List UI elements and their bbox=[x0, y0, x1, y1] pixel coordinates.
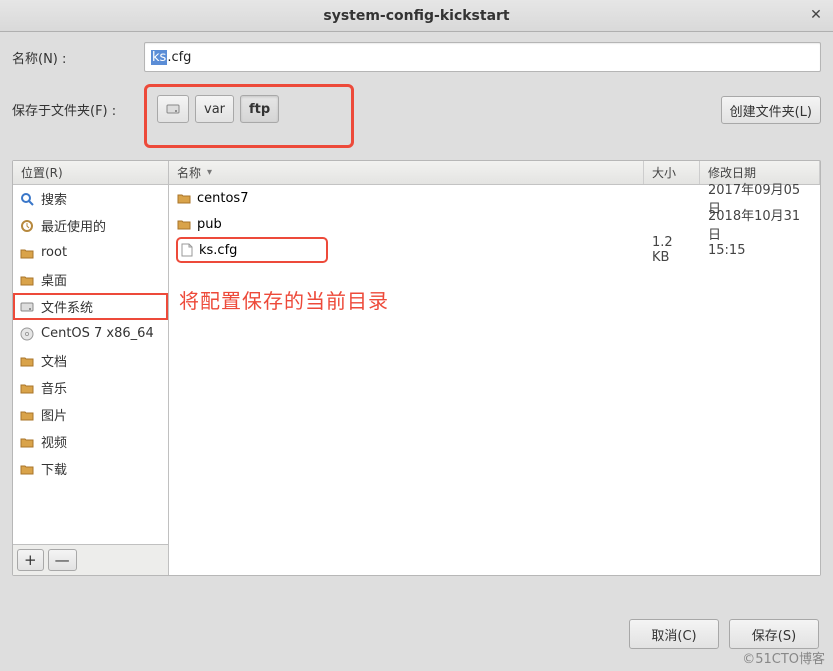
path-segment-ftp[interactable]: ftp bbox=[240, 95, 279, 123]
file-name: pub bbox=[197, 217, 222, 232]
places-item-videos[interactable]: 视频 bbox=[13, 428, 168, 455]
dialog-body: 名称(N) : ks.cfg 保存于文件夹(F) : var ftp 创建文件夹… bbox=[0, 32, 833, 586]
places-item-recent[interactable]: 最近使用的 bbox=[13, 212, 168, 239]
folder-row: 保存于文件夹(F) : var ftp 创建文件夹(L) bbox=[12, 84, 821, 148]
folder-icon bbox=[177, 217, 191, 231]
file-size: 1.2 KB bbox=[644, 235, 700, 265]
filename-rest: .cfg bbox=[167, 50, 191, 65]
folder-icon bbox=[19, 461, 35, 477]
places-item-label: 视频 bbox=[41, 432, 67, 451]
cd-icon bbox=[19, 326, 35, 342]
places-item-documents[interactable]: 文档 bbox=[13, 347, 168, 374]
file-date: 15:15 bbox=[700, 243, 820, 258]
disk-icon bbox=[166, 102, 180, 116]
folder-icon bbox=[19, 434, 35, 450]
folder-icon bbox=[19, 353, 35, 369]
places-item-label: 桌面 bbox=[41, 270, 67, 289]
folder-label: 保存于文件夹(F) : bbox=[12, 84, 144, 119]
places-list: 搜索 最近使用的 root 桌面 文件系统 bbox=[13, 185, 168, 544]
disk-icon bbox=[19, 299, 35, 315]
places-item-filesystem[interactable]: 文件系统 bbox=[13, 293, 168, 320]
places-header[interactable]: 位置(R) bbox=[13, 161, 168, 185]
places-item-label: 搜索 bbox=[41, 189, 67, 208]
folder-icon bbox=[19, 407, 35, 423]
places-footer: + — bbox=[13, 544, 168, 575]
column-header-size[interactable]: 大小 bbox=[644, 161, 700, 184]
file-chooser: 位置(R) 搜索 最近使用的 root 桌面 bbox=[12, 160, 821, 576]
filename-label: 名称(N) : bbox=[12, 48, 144, 67]
file-date: 2018年10月31日 bbox=[700, 205, 820, 243]
recent-icon bbox=[19, 218, 35, 234]
path-highlight-box: var ftp bbox=[144, 84, 354, 148]
file-name: ks.cfg bbox=[199, 243, 237, 258]
window-title: system-config-kickstart bbox=[323, 8, 509, 24]
file-row-folder[interactable]: pub 2018年10月31日 bbox=[169, 211, 820, 237]
create-folder-button[interactable]: 创建文件夹(L) bbox=[721, 96, 821, 124]
places-item-search[interactable]: 搜索 bbox=[13, 185, 168, 212]
folder-icon bbox=[177, 191, 191, 205]
search-icon bbox=[19, 191, 35, 207]
places-item-label: 文档 bbox=[41, 351, 67, 370]
cancel-button[interactable]: 取消(C) bbox=[629, 619, 719, 649]
places-item-root[interactable]: root bbox=[13, 239, 168, 266]
titlebar: system-config-kickstart ✕ bbox=[0, 0, 833, 32]
filename-row: 名称(N) : ks.cfg bbox=[12, 42, 821, 72]
path-segment-root[interactable] bbox=[157, 95, 189, 123]
folder-icon bbox=[19, 272, 35, 288]
add-bookmark-button[interactable]: + bbox=[17, 549, 44, 571]
remove-bookmark-button[interactable]: — bbox=[48, 549, 77, 571]
places-item-label: 下载 bbox=[41, 459, 67, 478]
places-sidebar: 位置(R) 搜索 最近使用的 root 桌面 bbox=[13, 161, 169, 575]
places-item-label: CentOS 7 x86_64 bbox=[41, 326, 154, 341]
annotation-text: 将配置保存的当前目录 bbox=[179, 285, 389, 314]
column-header-name[interactable]: 名称 bbox=[169, 161, 644, 184]
places-item-cdrom[interactable]: CentOS 7 x86_64 bbox=[13, 320, 168, 347]
places-item-desktop[interactable]: 桌面 bbox=[13, 266, 168, 293]
folder-icon bbox=[19, 380, 35, 396]
places-item-music[interactable]: 音乐 bbox=[13, 374, 168, 401]
files-body: centos7 2017年09月05日 pub 2018年10月31日 bbox=[169, 185, 820, 575]
filename-selected: ks bbox=[151, 50, 167, 65]
path-segment-var[interactable]: var bbox=[195, 95, 234, 123]
places-item-downloads[interactable]: 下载 bbox=[13, 455, 168, 482]
folder-icon bbox=[19, 245, 35, 261]
save-button[interactable]: 保存(S) bbox=[729, 619, 819, 649]
places-item-label: 最近使用的 bbox=[41, 216, 106, 235]
filename-input[interactable]: ks.cfg bbox=[144, 42, 821, 72]
files-panel: 名称 大小 修改日期 centos7 2017年09月05日 pub bbox=[169, 161, 820, 575]
places-item-label: 图片 bbox=[41, 405, 67, 424]
watermark: ©51CTO博客 bbox=[742, 648, 825, 667]
places-item-pictures[interactable]: 图片 bbox=[13, 401, 168, 428]
file-icon bbox=[181, 243, 193, 257]
dialog-footer: 取消(C) 保存(S) bbox=[629, 619, 819, 649]
places-item-label: root bbox=[41, 245, 67, 260]
places-item-label: 音乐 bbox=[41, 378, 67, 397]
file-name: centos7 bbox=[197, 191, 248, 206]
places-item-label: 文件系统 bbox=[41, 297, 93, 316]
close-button[interactable]: ✕ bbox=[807, 6, 825, 24]
